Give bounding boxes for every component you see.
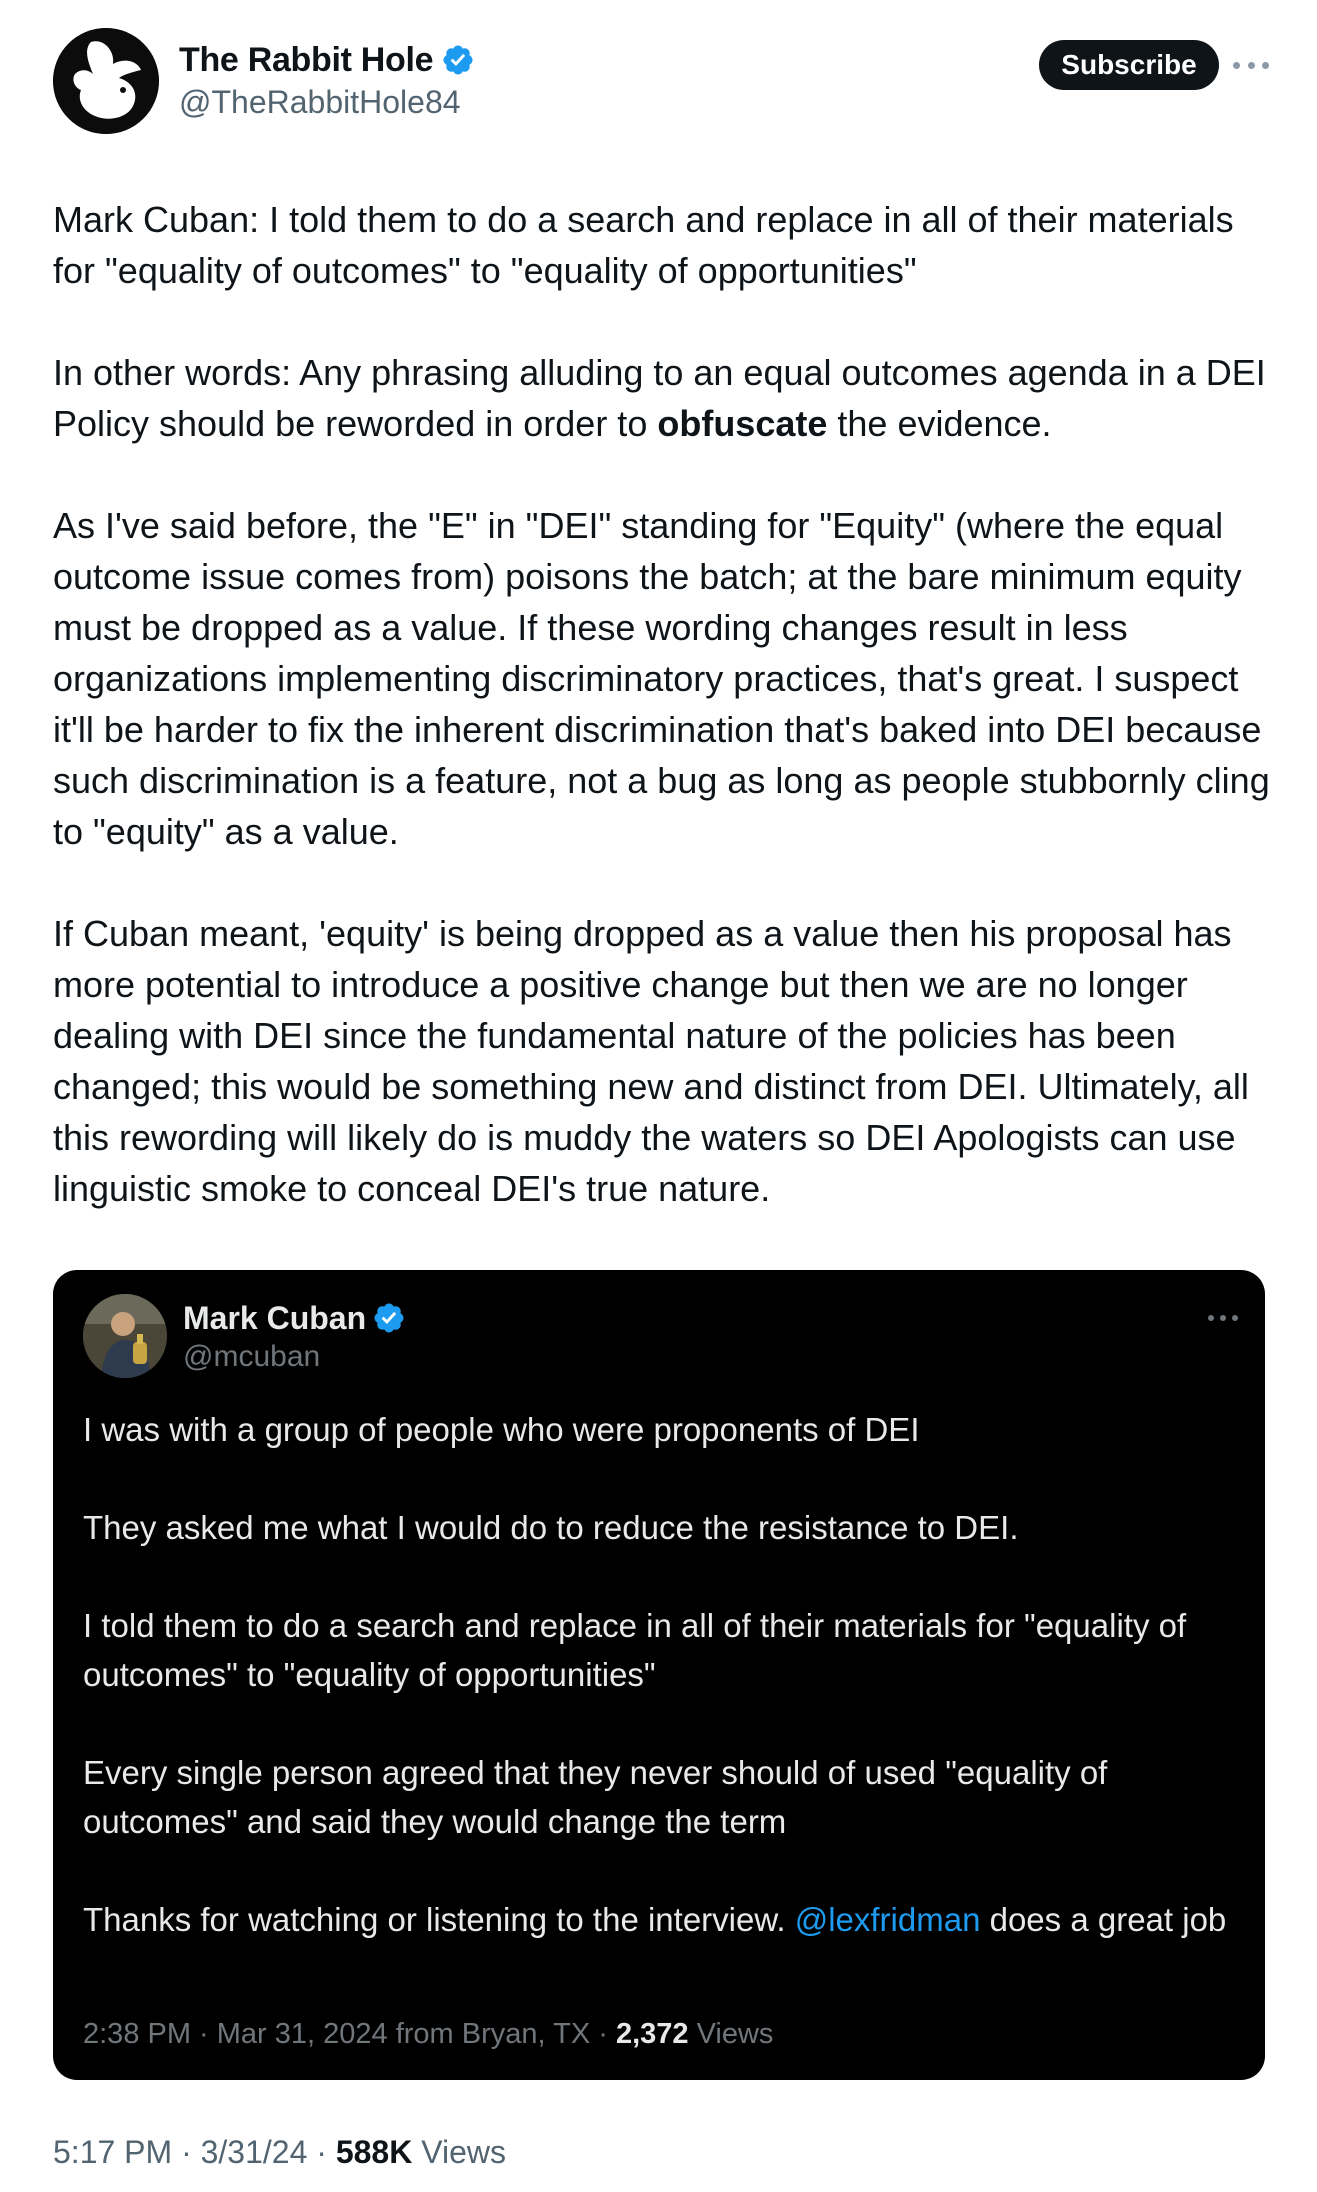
verified-badge-icon [374,1303,404,1333]
tweet-meta: 5:17 PM · 3/31/24 · 588K Views [53,2134,506,2171]
quoted-text-segment: Thanks for watching or listening to the … [83,1901,795,1938]
tweet-paragraph: If Cuban meant, 'equity' is being droppe… [53,913,1249,1209]
tweet-text-segment: the evidence. [827,403,1052,444]
quoted-views-count: 2,372 [615,2018,689,2050]
quoted-paragraph: Every single person agreed that they nev… [83,1754,1108,1840]
author-info: The Rabbit Hole @TheRabbitHole84 [179,40,475,121]
tweet-body: Mark Cuban: I told them to do a search a… [53,194,1273,1214]
quoted-tweet-card[interactable]: Mark Cuban @mcuban I was with a group of… [53,1270,1265,2080]
quoted-paragraph: They asked me what I would do to reduce … [83,1509,1019,1546]
quoted-timestamp[interactable]: 2:38 PM · Mar 31, 2024 from Bryan, TX · [83,2018,616,2050]
quoted-author-info: Mark Cuban @mcuban [183,1298,406,1374]
tweet-paragraph: In other words: Any phrasing alluding to… [53,347,1273,449]
quoted-tweet-meta: 2:38 PM · Mar 31, 2024 from Bryan, TX · … [83,2018,773,2051]
more-horizontal-icon[interactable] [1208,1314,1238,1322]
quoted-paragraph: I told them to do a search and replace i… [83,1607,1187,1693]
quoted-paragraph: Thanks for watching or listening to the … [83,1895,1233,1944]
verified-badge-icon [443,45,473,75]
quoted-views-label: Views [688,2018,774,2050]
tweet-header: The Rabbit Hole @TheRabbitHole84 Subscri… [53,28,1269,138]
author-display-name[interactable]: The Rabbit Hole [179,41,434,80]
quoted-text-segment: does a great job [980,1901,1227,1938]
mention-link[interactable]: @lexfridman [795,1901,981,1938]
quoted-paragraph: I was with a group of people who were pr… [83,1411,920,1448]
tweet-paragraph: Mark Cuban: I told them to do a search a… [53,199,1234,291]
tweet-bold-word: obfuscate [657,403,828,444]
profile-photo-icon[interactable] [83,1294,167,1378]
author-handle[interactable]: @TheRabbitHole84 [179,84,475,121]
rabbit-logo-icon[interactable] [53,28,159,134]
tweet-timestamp[interactable]: 5:17 PM · 3/31/24 · [53,2134,336,2170]
quoted-author-handle[interactable]: @mcuban [183,1340,406,1374]
quoted-tweet-body: I was with a group of people who were pr… [83,1405,1233,1993]
tweet-views-label: Views [412,2134,506,2170]
tweet-views-count: 588K [335,2134,413,2170]
subscribe-button[interactable]: Subscribe [1039,40,1219,90]
tweet-paragraph: As I've said before, the "E" in "DEI" st… [53,505,1270,852]
quoted-author-display-name[interactable]: Mark Cuban [183,1300,366,1337]
more-horizontal-icon[interactable] [1233,50,1269,80]
